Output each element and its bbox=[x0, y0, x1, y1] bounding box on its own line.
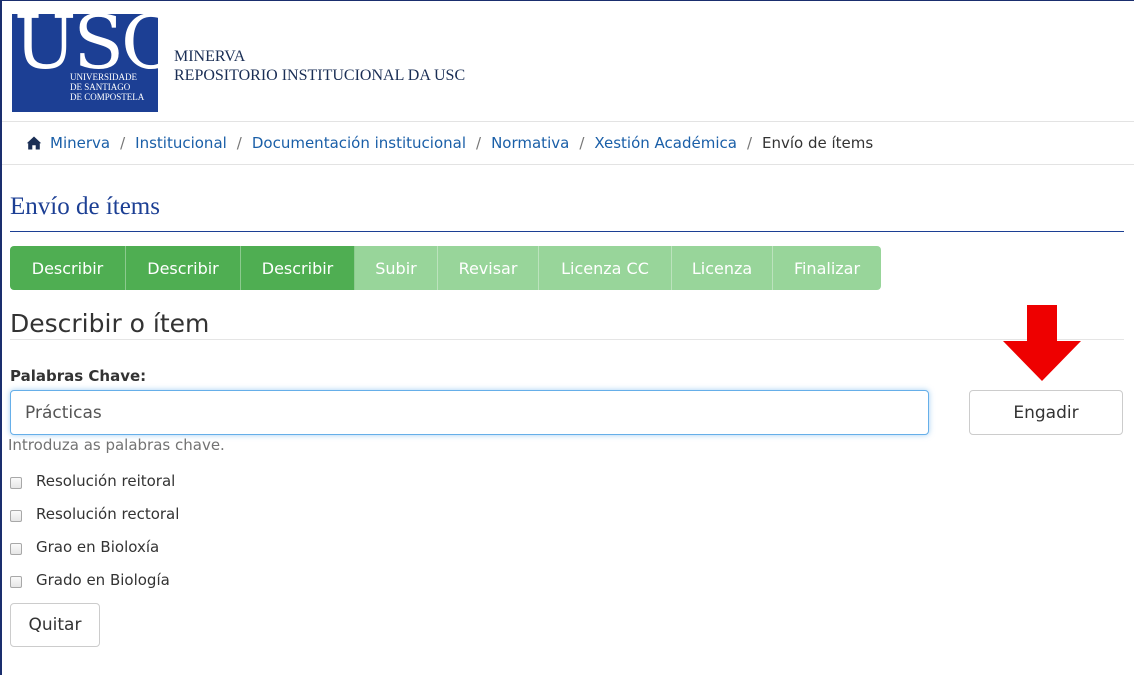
home-icon[interactable] bbox=[26, 135, 42, 151]
red-down-arrow-icon bbox=[1003, 305, 1081, 381]
keyword-list: Resolución reitoral Resolución rectoral … bbox=[10, 464, 179, 596]
keyword-item-label: Resolución reitoral bbox=[36, 471, 176, 490]
breadcrumb-separator: / bbox=[120, 134, 126, 152]
keyword-item-label: Grado en Biología bbox=[36, 570, 170, 589]
breadcrumb-link-normativa[interactable]: Normativa bbox=[491, 134, 569, 152]
keyword-item: Grao en Bioloxía bbox=[10, 530, 179, 563]
progress-step-licenza: Licenza bbox=[672, 246, 773, 290]
progress-step-describir-2[interactable]: Describir bbox=[126, 246, 241, 290]
section-heading: Describir o ítem bbox=[10, 309, 210, 338]
keyword-checkbox[interactable] bbox=[10, 509, 22, 522]
keyword-item: Resolución rectoral bbox=[10, 497, 179, 530]
keyword-item: Grado en Biología bbox=[10, 563, 179, 596]
breadcrumb-separator: / bbox=[746, 134, 752, 152]
progress-step-licenza-cc: Licenza CC bbox=[539, 246, 672, 290]
keyword-item-label: Resolución rectoral bbox=[36, 504, 180, 523]
logo-sub-line: UNIVERSIDADE bbox=[70, 72, 137, 82]
breadcrumb-separator: / bbox=[579, 134, 585, 152]
add-keyword-button[interactable]: Engadir bbox=[969, 390, 1123, 435]
keyword-item-label: Grao en Bioloxía bbox=[36, 537, 160, 556]
repository-name: MINERVA bbox=[174, 48, 246, 65]
submission-progress: Describir Describir Describir Subir Revi… bbox=[10, 246, 881, 290]
keyword-item: Resolución reitoral bbox=[10, 464, 179, 497]
breadcrumb-separator: / bbox=[476, 134, 482, 152]
keyword-checkbox[interactable] bbox=[10, 542, 22, 555]
progress-step-describir-3[interactable]: Describir bbox=[241, 246, 355, 290]
breadcrumb-link-institucional[interactable]: Institucional bbox=[135, 134, 227, 152]
title-divider bbox=[10, 231, 1124, 232]
keyword-checkbox[interactable] bbox=[10, 476, 22, 489]
logo-letters: USC bbox=[14, 14, 158, 86]
progress-step-subir: Subir bbox=[355, 246, 438, 290]
breadcrumb-link-minerva[interactable]: Minerva bbox=[50, 134, 110, 152]
breadcrumb: Minerva / Institucional / Documentación … bbox=[2, 121, 1134, 165]
progress-step-revisar: Revisar bbox=[438, 246, 539, 290]
breadcrumb-current: Envío de ítems bbox=[762, 134, 874, 152]
logo-subtitle: UNIVERSIDADE DE SANTIAGO DE COMPOSTELA bbox=[70, 72, 144, 102]
keywords-label: Palabras Chave: bbox=[10, 367, 147, 385]
section-divider bbox=[10, 339, 1124, 340]
site-header: USC UNIVERSIDADE DE SANTIAGO DE COMPOSTE… bbox=[2, 1, 1134, 121]
progress-step-describir-1[interactable]: Describir bbox=[10, 246, 126, 290]
keyword-checkbox[interactable] bbox=[10, 575, 22, 588]
page-title: Envío de ítems bbox=[10, 193, 160, 220]
repository-title: MINERVA REPOSITORIO INSTITUCIONAL DA USC bbox=[174, 47, 465, 85]
remove-keyword-button[interactable]: Quitar bbox=[10, 603, 100, 647]
breadcrumb-link-documentacion[interactable]: Documentación institucional bbox=[252, 134, 466, 152]
breadcrumb-link-xestion[interactable]: Xestión Académica bbox=[594, 134, 737, 152]
logo-sub-line: DE COMPOSTELA bbox=[70, 92, 145, 102]
progress-step-finalizar: Finalizar bbox=[773, 246, 881, 290]
keywords-input[interactable] bbox=[10, 390, 929, 435]
logo-sub-line: DE SANTIAGO bbox=[70, 82, 131, 92]
repository-subtitle: REPOSITORIO INSTITUCIONAL DA USC bbox=[174, 67, 466, 84]
breadcrumb-separator: / bbox=[236, 134, 242, 152]
keywords-help-text: Introduza as palabras chave. bbox=[8, 436, 225, 454]
usc-logo[interactable]: USC UNIVERSIDADE DE SANTIAGO DE COMPOSTE… bbox=[12, 14, 158, 112]
